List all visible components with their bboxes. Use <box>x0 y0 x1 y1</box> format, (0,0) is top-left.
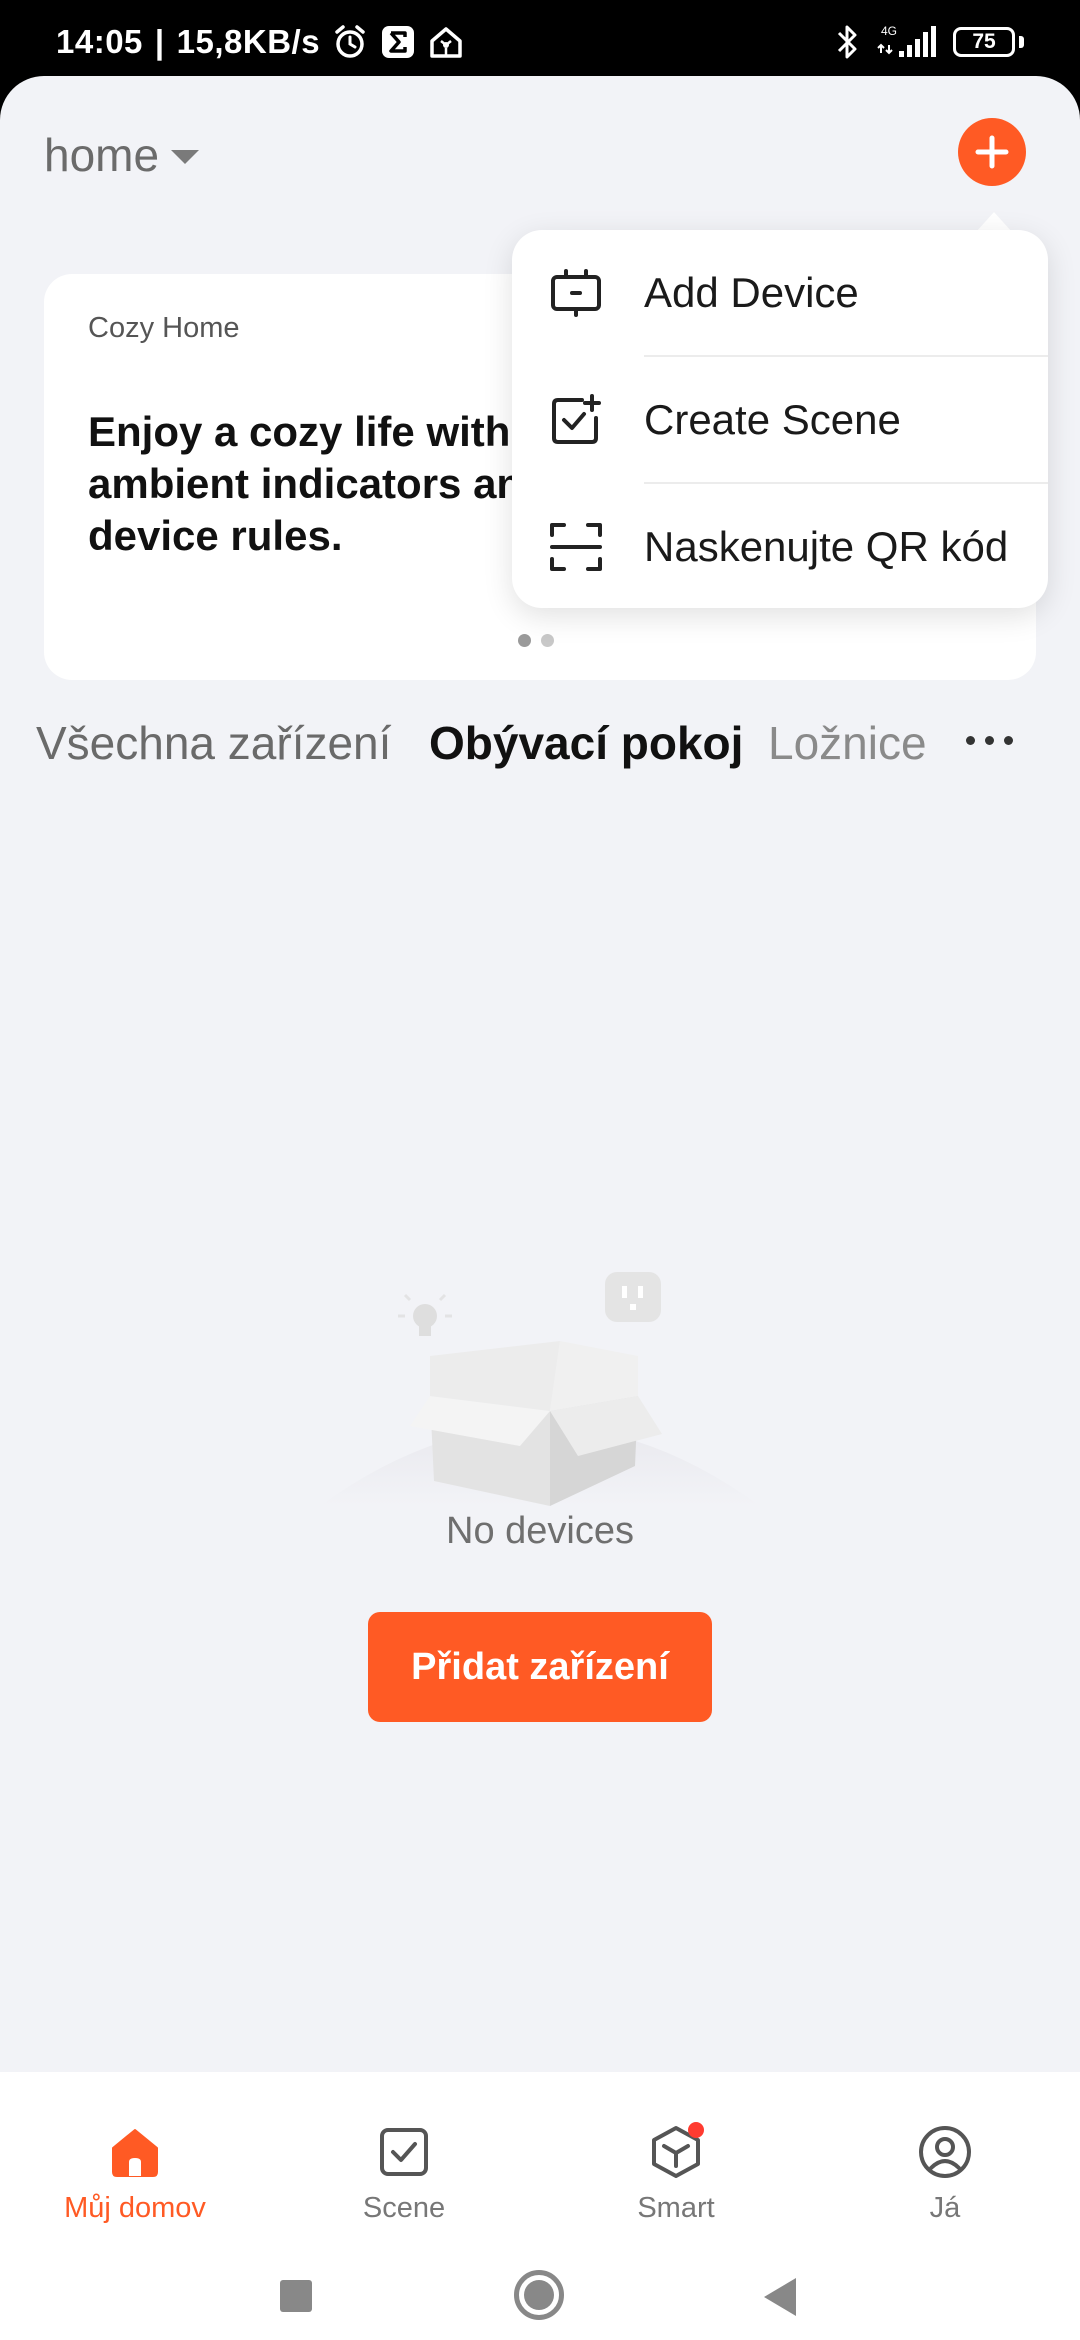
profile-icon <box>919 2126 971 2178</box>
more-icon[interactable] <box>966 736 1013 745</box>
sigma-app-icon <box>382 26 415 58</box>
nav-item-me[interactable]: Já <box>845 2122 1045 2225</box>
home-icon <box>112 2129 158 2177</box>
system-nav-bar <box>0 2250 1080 2340</box>
menu-item-label: Naskenujte QR kód <box>644 523 1009 570</box>
battery-tip <box>1019 36 1024 48</box>
status-time: 14:05 <box>56 23 143 60</box>
status-left: 14:05 | 15,8KB/s <box>56 22 464 62</box>
status-right: 4G 75 <box>835 22 1024 62</box>
caret-down-icon <box>171 150 200 164</box>
nav-label: Scene <box>362 2192 446 2224</box>
nav-item-my-home[interactable]: Můj domov <box>35 2122 235 2225</box>
smart-icon <box>652 2122 704 2178</box>
nav-label: Smart <box>637 2192 715 2224</box>
create-scene-icon <box>552 394 601 444</box>
add-device-button[interactable]: Přidat zařízení <box>368 1612 712 1722</box>
back-button[interactable] <box>764 2278 796 2316</box>
banner-title: Enjoy a cozy life with ambient indicator… <box>88 408 548 559</box>
battery-level-text: 75 <box>972 30 996 53</box>
nav-item-smart[interactable]: Smart <box>576 2122 776 2225</box>
status-separator: | <box>154 23 165 60</box>
plus-icon <box>975 135 1009 169</box>
alarm-icon <box>335 25 365 58</box>
menu-item-label: Add Device <box>644 269 859 316</box>
menu-item-add-device[interactable]: Add Device <box>512 230 1048 356</box>
menu-item-scan-qr[interactable]: Naskenujte QR kód <box>512 484 1048 610</box>
nav-label: Já <box>929 2192 961 2224</box>
tab-all-devices[interactable]: Všechna zařízení <box>36 716 391 770</box>
scene-icon <box>380 2128 428 2176</box>
signal-icon: 4G <box>877 24 936 57</box>
add-device-icon <box>551 269 601 317</box>
nav-item-scene[interactable]: Scene <box>304 2122 504 2225</box>
recents-button[interactable] <box>280 2280 312 2312</box>
banner-subtitle: Cozy Home <box>88 312 240 344</box>
menu-item-label: Create Scene <box>644 396 901 443</box>
bluetooth-icon <box>837 25 857 59</box>
scan-qr-icon <box>550 523 602 571</box>
popup-arrow <box>976 212 1012 232</box>
add-button[interactable] <box>958 118 1026 186</box>
home-app-icon <box>430 27 462 58</box>
home-name: home <box>44 129 160 181</box>
status-network-speed: 15,8KB/s <box>176 23 321 60</box>
nav-label: Můj domov <box>64 2192 206 2224</box>
add-menu-popup: Add Device Create Scene Naskenujte QR kó… <box>512 230 1048 608</box>
banner-pagination <box>518 634 554 647</box>
tab-living-room[interactable]: Obývací pokoj <box>429 716 743 770</box>
battery-icon: 75 <box>953 27 1015 57</box>
status-bar: 14:05 | 15,8KB/s 4G 75 <box>0 0 1080 76</box>
empty-state-text: No devices <box>446 1510 634 1552</box>
home-system-button[interactable] <box>514 2270 564 2320</box>
svg-text:4G: 4G <box>881 24 897 38</box>
empty-box-illustration <box>320 1272 760 1506</box>
app-screen: home Cozy Home Enjoy a cozy life with am… <box>0 76 1080 2340</box>
pagination-dot-active <box>518 634 531 647</box>
home-selector[interactable]: home <box>44 128 200 182</box>
menu-item-create-scene[interactable]: Create Scene <box>512 357 1048 483</box>
tab-bedroom[interactable]: Ložnice <box>768 716 927 770</box>
room-tabs: Všechna zařízení Obývací pokoj Ložnice <box>0 716 1080 796</box>
pagination-dot <box>541 634 554 647</box>
